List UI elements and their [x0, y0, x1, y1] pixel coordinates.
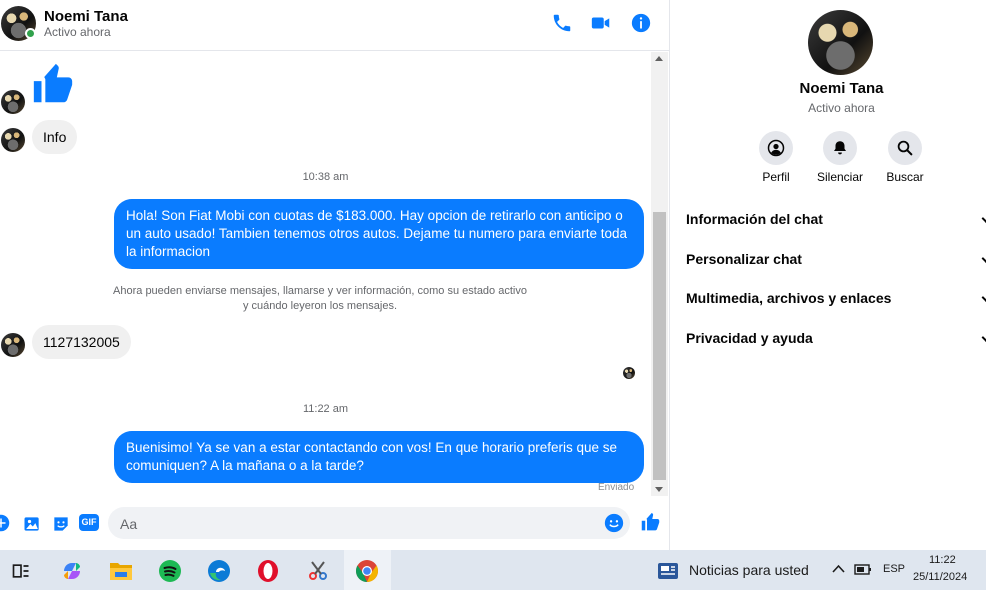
bell-icon [834, 141, 846, 155]
info-icon[interactable] [630, 12, 652, 34]
message-avatar [1, 90, 25, 114]
side-contact-name: Noemi Tana [799, 80, 884, 97]
edge-icon[interactable] [206, 558, 232, 584]
task-view-icon[interactable] [8, 558, 34, 584]
video-icon[interactable] [590, 12, 612, 34]
message-avatar [1, 128, 25, 152]
outgoing-message[interactable]: Buenisimo! Ya se van a estar contactando… [114, 431, 644, 483]
battery-icon[interactable] [854, 563, 872, 576]
sent-status: Enviado [598, 482, 635, 493]
search-label: Buscar [886, 170, 924, 184]
spotify-icon[interactable] [157, 558, 183, 584]
scroll-thumb[interactable] [653, 212, 666, 480]
contact-status: Activo ahora [44, 25, 111, 39]
copilot-icon[interactable] [59, 558, 85, 584]
section-media-files[interactable]: Multimedia, archivos y enlaces [686, 290, 986, 306]
section-chat-info[interactable]: Información del chat [686, 211, 986, 227]
system-note-line: y cuándo leyeron los mensajes. [242, 300, 398, 312]
chat-details-panel: Noemi Tana Activo ahora Perfil Silenciar [669, 0, 986, 550]
message-input-placeholder: Aa [120, 516, 138, 532]
message-avatar [1, 333, 25, 357]
news-widget-label[interactable]: Noticias para usted [689, 562, 809, 578]
incoming-message[interactable]: 1127132005 [32, 325, 131, 359]
system-note: Ahora pueden enviarse mensajes, llamarse… [100, 284, 540, 314]
chevron-down-icon [981, 292, 986, 303]
sticker-icon[interactable] [51, 514, 71, 534]
chevron-down-icon [981, 213, 986, 224]
mute-label: Silenciar [816, 170, 864, 184]
contact-name[interactable]: Noemi Tana [44, 8, 128, 25]
side-avatar[interactable] [808, 10, 873, 75]
scroll-down-arrow[interactable] [655, 487, 663, 492]
chevron-down-icon [981, 332, 986, 343]
photo-icon[interactable] [22, 514, 42, 534]
section-label: Información del chat [686, 211, 823, 227]
opera-icon[interactable] [255, 558, 281, 584]
windows-taskbar: Noticias para usted ESP 11:22 25/11/2024 [0, 550, 986, 590]
plus-icon[interactable] [0, 514, 10, 532]
news-widget-icon[interactable] [656, 558, 680, 584]
emoji-icon[interactable] [604, 513, 624, 533]
incoming-message[interactable]: Info [32, 120, 78, 154]
profile-label: Perfil [762, 170, 790, 184]
system-note-line: Ahora pueden enviarse mensajes, llamarse… [113, 285, 527, 297]
chevron-down-icon [981, 253, 986, 264]
gif-icon[interactable]: GIF [79, 514, 99, 531]
section-privacy-help[interactable]: Privacidad y ayuda [686, 330, 986, 346]
scroll-up-arrow[interactable] [655, 56, 663, 61]
seen-avatar [623, 367, 635, 379]
mute-button[interactable]: Silenciar [810, 131, 870, 184]
profile-button[interactable]: Perfil [746, 131, 806, 184]
section-customize-chat[interactable]: Personalizar chat [686, 251, 986, 267]
messenger-app: Noemi Tana Activo ahora Info 10:38 am Ho… [0, 0, 986, 550]
search-button[interactable]: Buscar [875, 131, 935, 184]
snipping-tool-icon[interactable] [305, 558, 331, 584]
thumbs-up-icon [33, 63, 73, 103]
message-timestamp: 11:22 am [302, 403, 349, 415]
profile-icon [767, 139, 785, 157]
message-timestamp: 10:38 am [302, 171, 349, 183]
clock-time[interactable]: 11:22 [929, 554, 956, 566]
message-list: Info 10:38 am Hola! Son Fiat Mobi con cu… [0, 52, 651, 496]
online-indicator [25, 28, 36, 39]
clock-date[interactable]: 25/11/2024 [913, 571, 967, 583]
send-like-icon[interactable] [640, 512, 661, 533]
section-label: Privacidad y ayuda [686, 330, 813, 346]
side-contact-status: Activo ahora [808, 101, 875, 115]
language-indicator[interactable]: ESP [883, 563, 905, 575]
chat-header: Noemi Tana Activo ahora [0, 0, 669, 51]
message-scrollbar[interactable] [651, 52, 668, 496]
section-label: Multimedia, archivos y enlaces [686, 290, 892, 306]
outgoing-message[interactable]: Hola! Son Fiat Mobi con cuotas de $183.0… [114, 199, 644, 269]
phone-icon[interactable] [551, 12, 573, 34]
message-input[interactable]: Aa [108, 507, 630, 539]
file-explorer-icon[interactable] [108, 558, 134, 584]
chrome-icon[interactable] [354, 558, 380, 584]
search-icon [897, 140, 913, 156]
section-label: Personalizar chat [686, 251, 802, 267]
chevron-up-icon[interactable] [832, 564, 845, 574]
